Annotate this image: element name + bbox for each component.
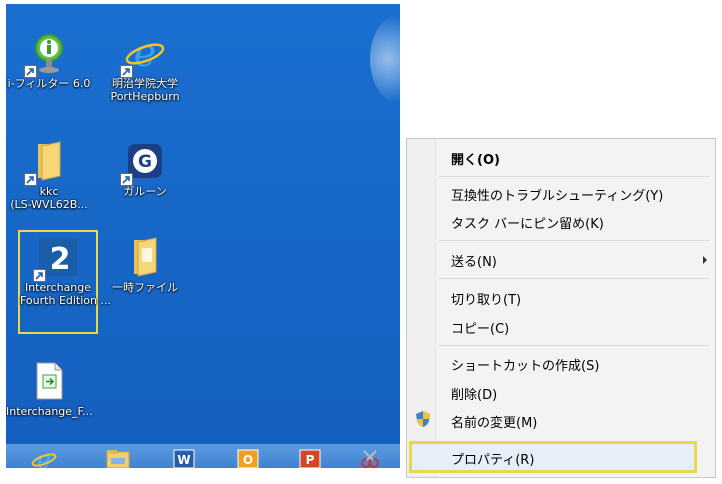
shortcut-arrow-icon	[120, 173, 133, 186]
shortcut-arrow-icon	[33, 269, 46, 282]
menu-item-delete[interactable]: 削除(D)	[451, 384, 497, 403]
desktop-icon-label: ガルーン	[123, 185, 167, 198]
desktop-icon-label: kkc	[39, 185, 59, 198]
menu-item-create-shortcut[interactable]: ショートカットの作成(S)	[451, 355, 599, 374]
taskbar: e W O P	[6, 444, 400, 468]
desktop-icon-interchange-file[interactable]: Interchange_F...	[6, 360, 93, 418]
internet-explorer-icon: e	[120, 31, 166, 78]
desktop-icon-label-line2: PortHepburn	[110, 90, 180, 103]
submenu-arrow-icon	[703, 256, 707, 264]
svg-text:P: P	[306, 453, 315, 467]
shortcut-arrow-icon	[120, 65, 133, 78]
menu-item-copy[interactable]: コピー(C)	[451, 318, 509, 337]
svg-text:2: 2	[50, 242, 71, 277]
file-icon	[28, 360, 70, 402]
shortcut-arrow-icon	[24, 173, 37, 186]
outlook-icon[interactable]: O	[228, 446, 268, 468]
menu-item-pin-to-taskbar[interactable]: タスク バーにピン留め(K)	[451, 213, 604, 232]
desktop-icon-label: 明治学院大学	[112, 77, 178, 90]
desktop-icon-label-line2: (LS-WVL62B...	[10, 198, 88, 211]
shortcut-arrow-icon	[24, 65, 37, 78]
powerpoint-icon[interactable]: P	[290, 446, 330, 468]
svg-text:O: O	[243, 453, 253, 467]
desktop-icon-interchange-fourth-edition[interactable]: 2 Interchange Fourth Edition ...	[18, 230, 111, 334]
menu-item-properties[interactable]: プロパティ(R)	[451, 449, 534, 468]
internet-explorer-icon[interactable]: e	[24, 446, 64, 468]
menu-item-open[interactable]: 開く(O)	[451, 149, 500, 168]
desktop-icon-garoon[interactable]: G ガルーン	[102, 140, 188, 198]
svg-text:W: W	[177, 453, 190, 467]
menu-item-cut[interactable]: 切り取り(T)	[451, 289, 521, 308]
menu-separator	[439, 345, 709, 346]
garoon-icon: G	[120, 140, 166, 186]
wallpaper-glow	[370, 14, 400, 104]
menu-separator	[439, 176, 709, 177]
desktop-icon-label-line2: Fourth Edition ...	[20, 294, 111, 307]
menu-item-compatibility-troubleshoot[interactable]: 互換性のトラブルシューティング(Y)	[451, 185, 663, 204]
interchange-2-icon: 2	[33, 236, 79, 282]
folder-icon	[24, 140, 70, 186]
folder-icon	[124, 236, 166, 278]
desktop-icon-label: 一時ファイル	[112, 281, 178, 294]
desktop-icon-temp-folder[interactable]: 一時ファイル	[102, 236, 188, 294]
word-icon[interactable]: W	[164, 446, 204, 468]
menu-item-rename[interactable]: 名前の変更(M)	[451, 412, 537, 431]
desktop-icon-kkc[interactable]: kkc (LS-WVL62B...	[6, 140, 92, 211]
i-filter-icon	[24, 32, 70, 78]
desktop-icon-meiji-porthepburn[interactable]: e 明治学院大学 PortHepburn	[102, 31, 188, 103]
svg-text:G: G	[138, 152, 152, 172]
file-explorer-icon[interactable]	[98, 446, 138, 468]
desktop-icon-label: Interchange_F...	[6, 405, 93, 418]
desktop: i-フィルター 6.0 e 明治学院大学 PortHepburn kkc (LS…	[6, 4, 400, 468]
menu-item-send-to[interactable]: 送る(N)	[451, 251, 497, 270]
desktop-icon-i-filter[interactable]: i-フィルター 6.0	[6, 32, 92, 90]
svg-text:e: e	[134, 32, 157, 74]
menu-separator	[439, 278, 709, 279]
context-menu: 開く(O) 互換性のトラブルシューティング(Y) タスク バーにピン留め(K) …	[406, 138, 716, 478]
menu-separator	[439, 240, 709, 241]
uac-shield-icon	[415, 410, 431, 432]
desktop-icon-label: i-フィルター 6.0	[7, 77, 91, 90]
snipping-tool-icon[interactable]	[350, 446, 390, 468]
desktop-icon-label: Interchange	[24, 281, 92, 294]
